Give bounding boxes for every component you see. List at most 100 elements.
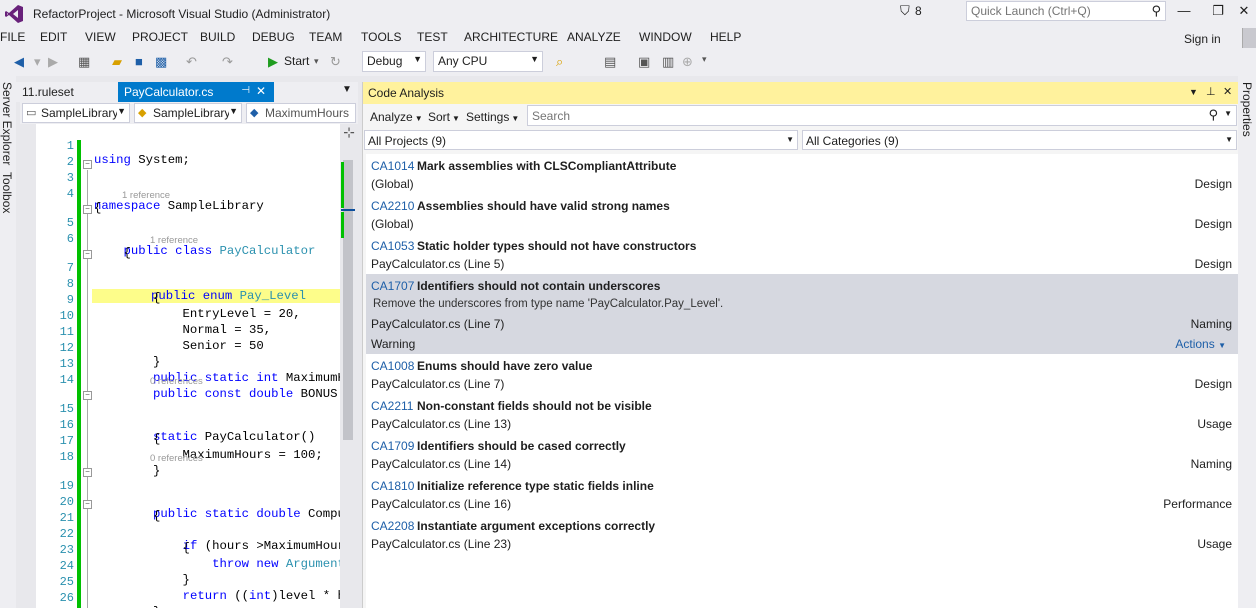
start-dropdown-icon[interactable]: ▾ (314, 56, 319, 67)
project-filter-select[interactable]: All Projects (9) ▼ (364, 130, 798, 150)
list-item-selected[interactable]: CA1707 Identifiers should not contain un… (366, 274, 1238, 354)
properties-tab[interactable]: Properties (1240, 82, 1254, 137)
navigate-icon[interactable]: ▥ (662, 54, 674, 70)
close-window-button[interactable]: ✕ (1232, 3, 1256, 21)
dropdown-arrow-icon[interactable]: ▾ (34, 54, 41, 70)
list-item[interactable]: CA2211 Non-constant fields should not be… (366, 394, 1238, 434)
settings-menu[interactable]: Settings ▼ (466, 110, 519, 124)
solution-platform-select[interactable]: Any CPU ▼ (433, 51, 543, 72)
window-position-dropdown-icon[interactable]: ▼ (1189, 87, 1198, 97)
toolbox-tab[interactable]: Toolbox (0, 172, 14, 213)
comment-icon[interactable]: ▤ (604, 54, 616, 70)
menu-help[interactable]: HELP (710, 30, 741, 44)
codelens-references[interactable]: 1 reference (150, 235, 198, 246)
bookmark-icon[interactable]: ▣ (638, 54, 650, 70)
codelens-references[interactable]: 0 references (150, 376, 203, 387)
back-icon[interactable]: ◀ (14, 54, 24, 70)
menu-file[interactable]: FILE (0, 30, 25, 44)
pin-icon[interactable]: ⊥ (1206, 85, 1216, 98)
refresh-icon[interactable]: ↻ (330, 54, 341, 70)
quick-launch[interactable]: ⚲ (966, 1, 1166, 21)
list-item[interactable]: CA1709 Identifiers should be cased corre… (366, 434, 1238, 474)
collapse-icon[interactable]: − (83, 205, 92, 214)
type-dropdown[interactable]: ◆ SampleLibrary ▼ (134, 103, 242, 123)
collapse-icon[interactable]: − (83, 500, 92, 509)
minimize-button[interactable]: — (1172, 3, 1196, 21)
search-input[interactable] (528, 106, 1188, 125)
close-icon[interactable]: ✕ (1223, 85, 1232, 98)
list-item[interactable]: CA1053 Static holder types should not ha… (366, 234, 1238, 274)
rule-id-link[interactable]: CA2208 (371, 519, 414, 533)
quick-launch-input[interactable] (967, 2, 1145, 20)
open-file-icon[interactable]: ▰ (112, 54, 122, 70)
start-button[interactable]: Start (284, 54, 309, 68)
member-dropdown[interactable]: ◆ MaximumHours (246, 103, 356, 123)
menu-analyze[interactable]: ANALYZE (567, 30, 621, 44)
undo-icon[interactable]: ↶ (186, 54, 197, 70)
pin-icon[interactable]: ⊣ (241, 85, 250, 96)
menu-project[interactable]: PROJECT (132, 30, 188, 44)
menu-window[interactable]: WINDOW (639, 30, 692, 44)
menu-architecture[interactable]: ARCHITECTURE (464, 30, 558, 44)
list-item[interactable]: CA1810 Initialize reference type static … (366, 474, 1238, 514)
notification-flag-icon[interactable]: ⛉ (900, 3, 910, 19)
avatar[interactable] (1242, 28, 1256, 48)
search-options-icon[interactable]: ▼ (1224, 109, 1232, 118)
toolbar-extra-icon[interactable]: ⊕ (682, 54, 693, 70)
sign-in-link[interactable]: Sign in (1184, 32, 1221, 46)
list-item[interactable]: CA2208 Instantiate argument exceptions c… (366, 514, 1238, 554)
tab-ruleset[interactable]: 11.ruleset (16, 82, 118, 102)
menu-edit[interactable]: EDIT (40, 30, 67, 44)
save-all-icon[interactable]: ▩ (155, 54, 167, 70)
start-icon[interactable]: ▶ (268, 54, 278, 70)
sort-menu[interactable]: Sort ▼ (428, 110, 460, 124)
scrollbar-thumb[interactable] (343, 160, 353, 440)
save-icon[interactable]: ■ (135, 54, 143, 69)
tab-list-dropdown-icon[interactable]: ▼ (342, 84, 352, 95)
analyze-menu[interactable]: Analyze ▼ (370, 110, 423, 124)
codelens-references[interactable]: 1 reference (122, 190, 170, 201)
toolbar-overflow-icon[interactable]: ▾ (702, 54, 707, 65)
menu-build[interactable]: BUILD (200, 30, 235, 44)
collapse-icon[interactable]: − (83, 468, 92, 477)
search-icon[interactable]: ⚲ (1151, 3, 1161, 19)
rule-id-link[interactable]: CA2211 (371, 399, 413, 413)
menu-team[interactable]: TEAM (309, 30, 342, 44)
collapse-icon[interactable]: − (83, 160, 92, 169)
server-explorer-tab[interactable]: Server Explorer (0, 82, 14, 165)
rule-id-link[interactable]: CA1810 (371, 479, 414, 493)
rule-id-link[interactable]: CA1709 (371, 439, 414, 453)
rule-id-link[interactable]: CA1707 (371, 279, 414, 293)
rule-id-link[interactable]: CA1053 (371, 239, 414, 253)
menu-debug[interactable]: DEBUG (252, 30, 295, 44)
search-icon[interactable]: ⚲ (1208, 107, 1218, 123)
collapse-icon[interactable]: − (83, 250, 92, 259)
list-item[interactable]: CA2210 Assemblies should have valid stro… (366, 194, 1238, 234)
list-item[interactable]: CA1014 Mark assemblies with CLSCompliant… (366, 154, 1238, 194)
rule-id-link[interactable]: CA1014 (371, 159, 414, 173)
redo-icon[interactable]: ↷ (222, 54, 233, 70)
code-analysis-search[interactable]: ⚲ ▼ (527, 105, 1237, 126)
solution-configuration-select[interactable]: Debug ▼ (362, 51, 426, 72)
codelens-references[interactable]: 0 references (150, 453, 203, 464)
maximize-button[interactable]: ❐ (1206, 3, 1230, 21)
close-icon[interactable]: ✕ (256, 84, 266, 98)
collapse-icon[interactable]: − (83, 391, 92, 400)
find-in-files-icon[interactable]: ⌕ (556, 54, 563, 70)
menu-view[interactable]: VIEW (85, 30, 116, 44)
new-project-icon[interactable]: ▦ (78, 54, 90, 70)
category-filter-select[interactable]: All Categories (9) ▼ (802, 130, 1237, 150)
project-dropdown[interactable]: ▭ SampleLibrary ▼ (22, 103, 130, 123)
split-window-icon[interactable]: ⊹ (340, 124, 358, 140)
code-editor[interactable]: 1 using System; 2 3 − namespace SampleLi… (36, 124, 340, 608)
list-item[interactable]: CA1008 Enums should have zero value PayC… (366, 354, 1238, 394)
rule-id-link[interactable]: CA1008 (371, 359, 414, 373)
menu-tools[interactable]: TOOLS (361, 30, 401, 44)
actions-menu[interactable]: Actions ▼ (1175, 337, 1226, 351)
rule-id-link[interactable]: CA2210 (371, 199, 414, 213)
menu-test[interactable]: TEST (417, 30, 448, 44)
notification-count[interactable]: 8 (915, 4, 922, 18)
rule-location[interactable]: PayCalculator.cs (Line 7) (371, 317, 504, 331)
forward-icon[interactable]: ▶ (48, 54, 58, 70)
tab-paycalculator[interactable]: PayCalculator.cs ⊣ ✕ (118, 82, 274, 102)
